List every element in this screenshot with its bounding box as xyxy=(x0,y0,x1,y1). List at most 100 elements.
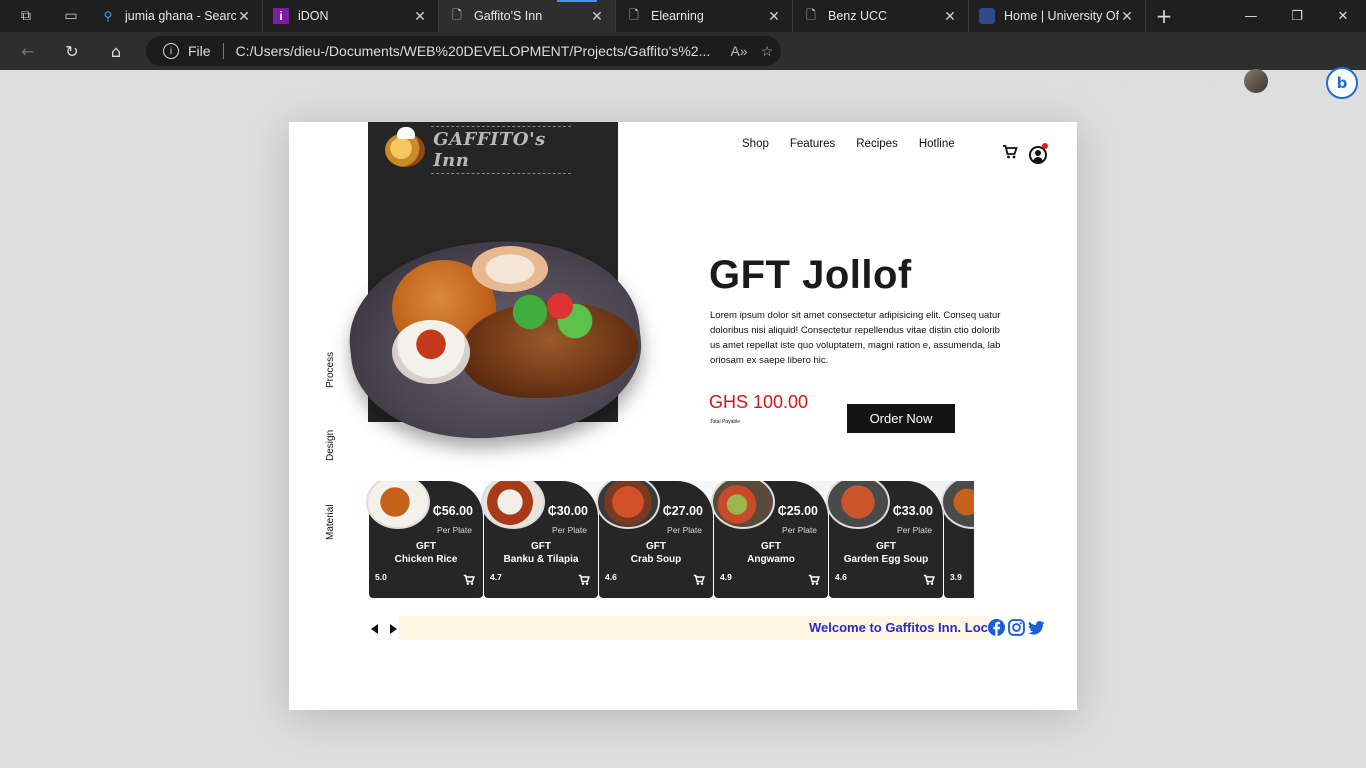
scheme-label: File xyxy=(188,43,211,59)
close-icon[interactable]: ✕ xyxy=(589,8,605,25)
toolbar-icons: ✧ ◫ ☆ ⊞ ◷ ♡ ⊠ ✎ ⇪ ⚙ ⋯ xyxy=(794,64,1322,102)
favorites-icon[interactable]: ☆ xyxy=(882,74,926,92)
minimize-icon[interactable]: — xyxy=(1228,0,1274,32)
nav-features[interactable]: Features xyxy=(790,138,835,150)
add-to-cart-icon[interactable] xyxy=(693,574,705,586)
card-rating: 5.0 xyxy=(375,572,387,582)
address-toolbar: ← ↻ ⌂ i File C:/Users/dieu-/Documents/WE… xyxy=(0,32,1366,99)
tab-benz-ucc[interactable]: 🗋 Benz UCC ✕ xyxy=(793,0,969,32)
tab-label: Benz UCC xyxy=(828,9,888,23)
close-icon[interactable]: ✕ xyxy=(236,8,252,25)
card-brand: GFT xyxy=(761,541,781,552)
tab-label: jumia ghana - Search xyxy=(125,9,236,23)
twitter-icon[interactable] xyxy=(1028,619,1045,636)
favorite-star-icon[interactable]: ☆ xyxy=(753,43,781,60)
card-name: Crab Soup xyxy=(630,554,682,565)
card-price: ₵25.00 xyxy=(777,504,818,518)
close-icon[interactable]: ✕ xyxy=(766,8,782,25)
address-bar[interactable]: i File C:/Users/dieu-/Documents/WEB%20DE… xyxy=(146,36,781,66)
new-tab-button[interactable]: + xyxy=(1146,4,1182,28)
carousel-prev-icon[interactable] xyxy=(371,624,378,634)
card-name: Angwamo xyxy=(747,554,795,565)
share-icon[interactable]: ⇪ xyxy=(1146,74,1190,92)
hero-description: Lorem ipsum dolor sit amet consectetur a… xyxy=(710,310,1001,366)
profile-avatar[interactable] xyxy=(1234,69,1278,97)
add-to-cart-icon[interactable] xyxy=(463,574,475,586)
idon-icon: i xyxy=(273,8,289,24)
menu-card-partial[interactable]: 3.9 xyxy=(941,481,974,598)
facebook-icon[interactable] xyxy=(988,619,1005,636)
menu-card-crab-soup[interactable]: ₵27.00 Per Plate GFT Crab Soup 4.6 xyxy=(596,481,713,598)
math-solver-icon[interactable]: ⊠ xyxy=(1058,74,1102,92)
nav-recipes[interactable]: Recipes xyxy=(856,138,898,150)
logo-text: GAFFITO's Inn xyxy=(431,126,571,174)
info-icon[interactable]: i xyxy=(163,43,179,59)
instagram-icon[interactable] xyxy=(1008,619,1025,636)
tab-label: Gaffito'S Inn xyxy=(474,9,543,23)
tab-label: iDON xyxy=(298,9,329,23)
page-icon: 🗋 xyxy=(629,7,639,22)
side-label-design[interactable]: Design xyxy=(325,430,336,461)
nav-hotline[interactable]: Hotline xyxy=(919,138,955,150)
side-label-process[interactable]: Process xyxy=(325,352,336,388)
close-icon[interactable]: ✕ xyxy=(412,8,428,25)
sauce-bowl xyxy=(392,320,470,384)
welcome-ticker: Welcome to Gaffitos Inn. Loca xyxy=(399,616,989,640)
menu-card-garden-egg-soup[interactable]: ₵33.00 Per Plate GFT Garden Egg Soup 4.6 xyxy=(826,481,943,598)
more-menu-icon[interactable]: ⋯ xyxy=(1278,74,1322,92)
tab-gaffitos-inn[interactable]: 🗋 Gaffito'S Inn ✕ xyxy=(439,0,616,32)
apps-icon[interactable]: ⚙ xyxy=(1190,74,1234,92)
ticker-text: Welcome to Gaffitos Inn. Loca xyxy=(809,620,989,635)
side-label-material[interactable]: Material xyxy=(325,504,336,540)
chef-logo-icon xyxy=(385,127,426,167)
menu-card-banku-tilapia[interactable]: ₵30.00 Per Plate GFT Banku & Tilapia 4.7 xyxy=(481,481,598,598)
close-icon[interactable]: ✕ xyxy=(942,8,958,25)
split-screen-icon[interactable]: ◫ xyxy=(838,74,882,92)
tab-idon[interactable]: i iDON ✕ xyxy=(263,0,439,32)
per-plate-label: Per Plate xyxy=(782,525,817,535)
menu-card-angwamo[interactable]: ₵25.00 Per Plate GFT Angwamo 4.9 xyxy=(711,481,828,598)
copilot-icon[interactable]: b xyxy=(1326,67,1358,99)
web-capture-icon[interactable]: ✎ xyxy=(1102,74,1146,92)
back-icon[interactable]: ← xyxy=(6,32,50,70)
history-icon[interactable]: ◷ xyxy=(970,74,1014,92)
tab-university[interactable]: Home | University Of ✕ xyxy=(969,0,1146,32)
close-icon[interactable]: ✕ xyxy=(1119,8,1135,25)
extensions-icon[interactable]: ✧ xyxy=(794,74,838,92)
nav-shop[interactable]: Shop xyxy=(742,138,769,150)
refresh-icon[interactable]: ↻ xyxy=(50,32,94,70)
order-now-button[interactable]: Order Now xyxy=(847,404,955,433)
url-text[interactable]: C:/Users/dieu-/Documents/WEB%20DEVELOPME… xyxy=(236,43,725,59)
card-rating: 4.6 xyxy=(605,572,617,582)
card-price: ₵33.00 xyxy=(892,504,933,518)
card-rating: 4.7 xyxy=(490,572,502,582)
health-icon[interactable]: ♡ xyxy=(1014,74,1058,92)
workspaces-icon[interactable]: ⧉ xyxy=(0,0,52,32)
add-to-cart-icon[interactable] xyxy=(578,574,590,586)
close-window-icon[interactable]: ✕ xyxy=(1320,0,1366,32)
tab-elearning[interactable]: 🗋 Elearning ✕ xyxy=(616,0,793,32)
restore-icon[interactable]: ❐ xyxy=(1274,0,1320,32)
collections-icon[interactable]: ⊞ xyxy=(926,74,970,92)
card-rating: 3.9 xyxy=(950,572,962,582)
per-plate-label: Per Plate xyxy=(437,525,472,535)
divider xyxy=(222,43,224,59)
card-price: ₵30.00 xyxy=(547,504,588,518)
page-icon: 🗋 xyxy=(806,7,816,22)
home-icon[interactable]: ⌂ xyxy=(94,32,138,70)
site-logo[interactable]: GAFFITO's Inn xyxy=(385,126,571,174)
carousel-next-icon[interactable] xyxy=(390,624,397,634)
card-brand: GFT xyxy=(646,541,666,552)
card-name: Banku & Tilapia xyxy=(503,554,579,565)
card-rating: 4.9 xyxy=(720,572,732,582)
add-to-cart-icon[interactable] xyxy=(923,574,935,586)
add-to-cart-icon[interactable] xyxy=(808,574,820,586)
tab-actions-icon[interactable]: ▭ xyxy=(52,0,90,32)
browser-tab-bar: ⧉ ▭ ⚲ jumia ghana - Search ✕ i iDON ✕ 🗋 … xyxy=(0,0,1366,32)
web-page: GAFFITO's Inn Shop Features Recipes Hotl… xyxy=(289,122,1077,710)
window-controls: — ❐ ✕ xyxy=(1228,0,1366,32)
cart-icon[interactable] xyxy=(1002,144,1018,160)
tab-jumia[interactable]: ⚲ jumia ghana - Search ✕ xyxy=(90,0,263,32)
menu-card-chicken-rice[interactable]: ₵56.00 Per Plate GFT Chicken Rice 5.0 xyxy=(366,481,483,598)
read-aloud-icon[interactable]: A» xyxy=(725,43,753,59)
